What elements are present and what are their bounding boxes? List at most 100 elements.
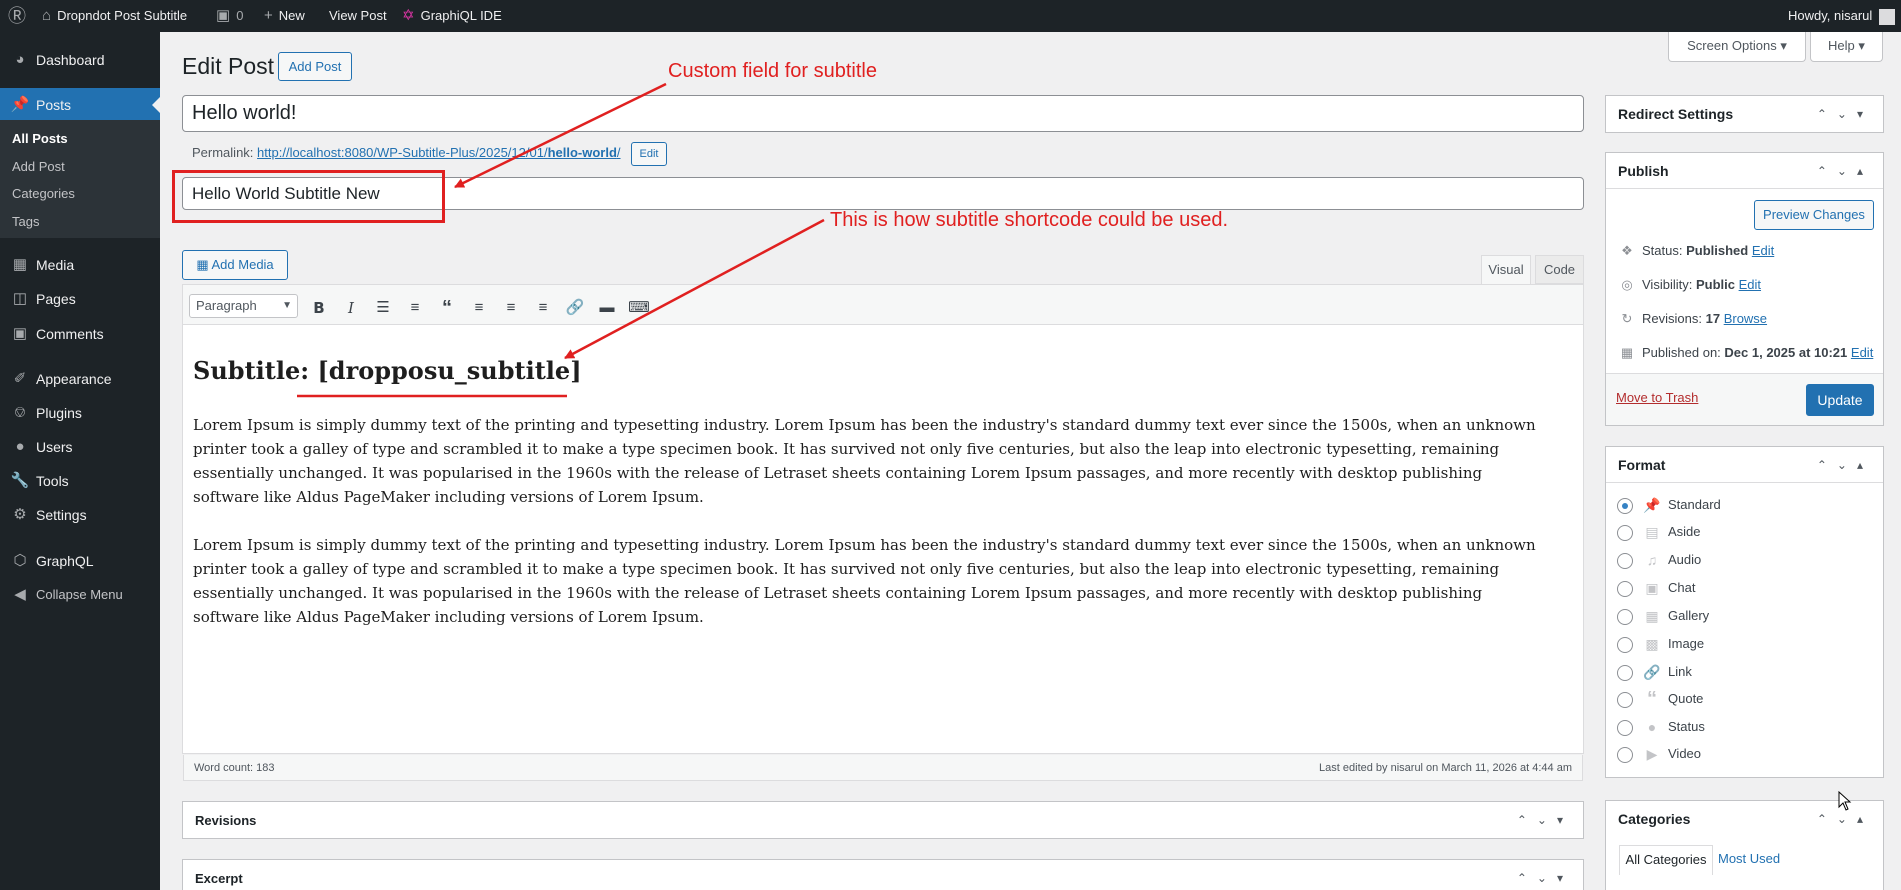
- radio-button[interactable]: [1617, 609, 1633, 625]
- new-content-link[interactable]: + New: [264, 0, 305, 32]
- status-edit-link[interactable]: Edit: [1752, 243, 1774, 258]
- align-right-icon[interactable]: ≡: [531, 296, 555, 320]
- sidebar-item-users[interactable]: ● Users: [0, 430, 160, 464]
- move-to-trash-link[interactable]: Move to Trash: [1616, 390, 1698, 405]
- preview-changes-button[interactable]: Preview Changes: [1754, 200, 1874, 230]
- sidebar-item-settings[interactable]: ⚙ Settings: [0, 498, 160, 532]
- tab-visual[interactable]: Visual: [1481, 255, 1531, 285]
- graphql-icon: ✡: [402, 7, 415, 24]
- radio-button[interactable]: [1617, 553, 1633, 569]
- add-post-button[interactable]: Add Post: [278, 52, 352, 81]
- sidebar-item-tools[interactable]: 🔧 Tools: [0, 464, 160, 498]
- update-button[interactable]: Update: [1806, 384, 1874, 416]
- radio-button[interactable]: [1617, 525, 1633, 541]
- sidebar-item-label: Media: [36, 257, 75, 273]
- comments-count: 0: [236, 8, 244, 23]
- sidebar-item-label: Settings: [36, 507, 87, 523]
- metabox-controls[interactable]: ⌃⌄▾: [1517, 802, 1573, 838]
- graphql-icon: ⬡: [13, 552, 27, 569]
- comment-bubble-icon: ▣: [216, 7, 231, 24]
- submenu-categories[interactable]: Categories: [12, 186, 75, 201]
- tab-most-used[interactable]: Most Used: [1718, 851, 1780, 866]
- submenu-add-post[interactable]: Add Post: [12, 159, 65, 174]
- sidebar-item-label: Collapse Menu: [36, 587, 123, 602]
- screen-options-button[interactable]: Screen Options ▾: [1668, 32, 1806, 62]
- excerpt-metabox[interactable]: Excerpt ⌃⌄▾: [182, 859, 1584, 890]
- format-label: Video: [1668, 746, 1702, 761]
- add-media-button[interactable]: ▦ Add Media: [182, 250, 288, 280]
- collapse-icon: ◀: [14, 586, 26, 603]
- submenu-tags[interactable]: Tags: [12, 214, 39, 229]
- radio-button[interactable]: [1617, 498, 1633, 514]
- published-edit-link[interactable]: Edit: [1851, 345, 1873, 360]
- sidebar-item-plugins[interactable]: ⎊ Plugins: [0, 396, 160, 430]
- gallery-icon: ▦: [1645, 608, 1659, 624]
- radio-button[interactable]: [1617, 747, 1633, 763]
- sidebar-item-appearance[interactable]: ✐ Appearance: [0, 362, 160, 396]
- published-label: Published on:: [1642, 345, 1721, 360]
- content-paragraph-1[interactable]: Lorem Ipsum is simply dummy text of the …: [193, 413, 1548, 509]
- radio-button[interactable]: [1617, 692, 1633, 708]
- permalink-slug: hello-world: [547, 145, 617, 160]
- numbered-list-icon[interactable]: ≡: [403, 296, 427, 320]
- wordpress-logo-icon[interactable]: Ⓡ: [8, 0, 26, 32]
- sidebar-item-media[interactable]: ▦ Media: [0, 248, 160, 282]
- blockquote-icon[interactable]: “: [435, 296, 459, 320]
- image-icon: ▩: [1645, 636, 1659, 652]
- permalink-link[interactable]: http://localhost:8080/WP-Subtitle-Plus/2…: [257, 145, 620, 160]
- bulleted-list-icon[interactable]: ☰: [371, 296, 395, 320]
- editor-frame: [182, 284, 1584, 754]
- align-center-icon[interactable]: ≡: [499, 296, 523, 320]
- sidebar-item-pages[interactable]: ◫ Pages: [0, 282, 160, 316]
- help-button[interactable]: Help ▾: [1810, 32, 1883, 62]
- format-select[interactable]: Paragraph ▼: [189, 294, 298, 318]
- italic-icon[interactable]: I: [339, 296, 363, 320]
- format-label: Gallery: [1668, 608, 1710, 623]
- site-name-link[interactable]: ⌂ Dropndot Post Subtitle: [42, 0, 187, 32]
- revisions-browse-link[interactable]: Browse: [1724, 311, 1767, 326]
- toolbar-toggle-icon[interactable]: ⌨: [627, 296, 651, 320]
- submenu-all-posts[interactable]: All Posts: [12, 131, 68, 146]
- account-greeting[interactable]: Howdy, nisarul: [1788, 0, 1896, 32]
- visibility-edit-link[interactable]: Edit: [1739, 277, 1761, 292]
- tab-code[interactable]: Code: [1535, 255, 1584, 284]
- metabox-controls[interactable]: ⌃⌄▾: [1517, 860, 1573, 890]
- sidebar-item-comments[interactable]: ▣ Comments: [0, 317, 160, 351]
- permalink-row: Permalink: http://localhost:8080/WP-Subt…: [192, 145, 621, 160]
- radio-button[interactable]: [1617, 581, 1633, 597]
- link-icon[interactable]: 🔗: [563, 296, 587, 320]
- read-more-icon[interactable]: ▬: [595, 296, 619, 320]
- sidebar-item-posts[interactable]: 📌 Posts: [0, 88, 160, 122]
- permalink-edit-button[interactable]: Edit: [631, 142, 667, 166]
- status-icon: ●: [1647, 719, 1657, 735]
- view-post-link[interactable]: View Post: [329, 0, 387, 32]
- sidebar-item-dashboard[interactable]: ◕ Dashboard: [0, 43, 160, 77]
- format-select-value: Paragraph: [196, 298, 257, 313]
- align-left-icon[interactable]: ≡: [467, 296, 491, 320]
- radio-button[interactable]: [1617, 637, 1633, 653]
- revisions-metabox[interactable]: Revisions ⌃⌄▾: [182, 801, 1584, 839]
- metabox-controls[interactable]: ⌃⌄▾: [1817, 96, 1873, 132]
- sidebar-item-graphql[interactable]: ⬡ GraphQL: [0, 544, 160, 578]
- post-title-field[interactable]: Hello world!: [182, 95, 1584, 132]
- redirect-settings-metabox[interactable]: Redirect Settings ⌃⌄▾: [1605, 95, 1884, 133]
- collapse-menu-button[interactable]: ◀ Collapse Menu: [0, 578, 160, 612]
- permalink-base: http://localhost:8080/WP-Subtitle-Plus/2…: [257, 145, 548, 160]
- content-heading[interactable]: Subtitle: [dropposu_subtitle]: [193, 356, 582, 385]
- comments-link[interactable]: ▣ 0: [216, 0, 243, 32]
- subtitle-highlight-box: [172, 170, 445, 223]
- eye-icon: ◎: [1621, 277, 1633, 292]
- revisions-metabox-title: Revisions: [195, 813, 257, 828]
- radio-button[interactable]: [1617, 720, 1633, 736]
- metabox-controls[interactable]: ⌃⌄▴: [1817, 153, 1873, 189]
- caret-down-icon: ▾: [1858, 38, 1865, 53]
- tab-all-categories[interactable]: All Categories: [1619, 845, 1713, 875]
- graphiql-link[interactable]: ✡ GraphiQL IDE: [402, 0, 502, 32]
- last-edited: Last edited by nisarul on March 11, 2026…: [1319, 762, 1572, 774]
- metabox-controls[interactable]: ⌃⌄▴: [1817, 447, 1873, 483]
- radio-button[interactable]: [1617, 665, 1633, 681]
- sidebar-item-label: Plugins: [36, 405, 82, 421]
- add-media-icon: ▦: [196, 257, 209, 272]
- bold-icon[interactable]: B: [307, 296, 331, 320]
- content-paragraph-2[interactable]: Lorem Ipsum is simply dummy text of the …: [193, 533, 1548, 629]
